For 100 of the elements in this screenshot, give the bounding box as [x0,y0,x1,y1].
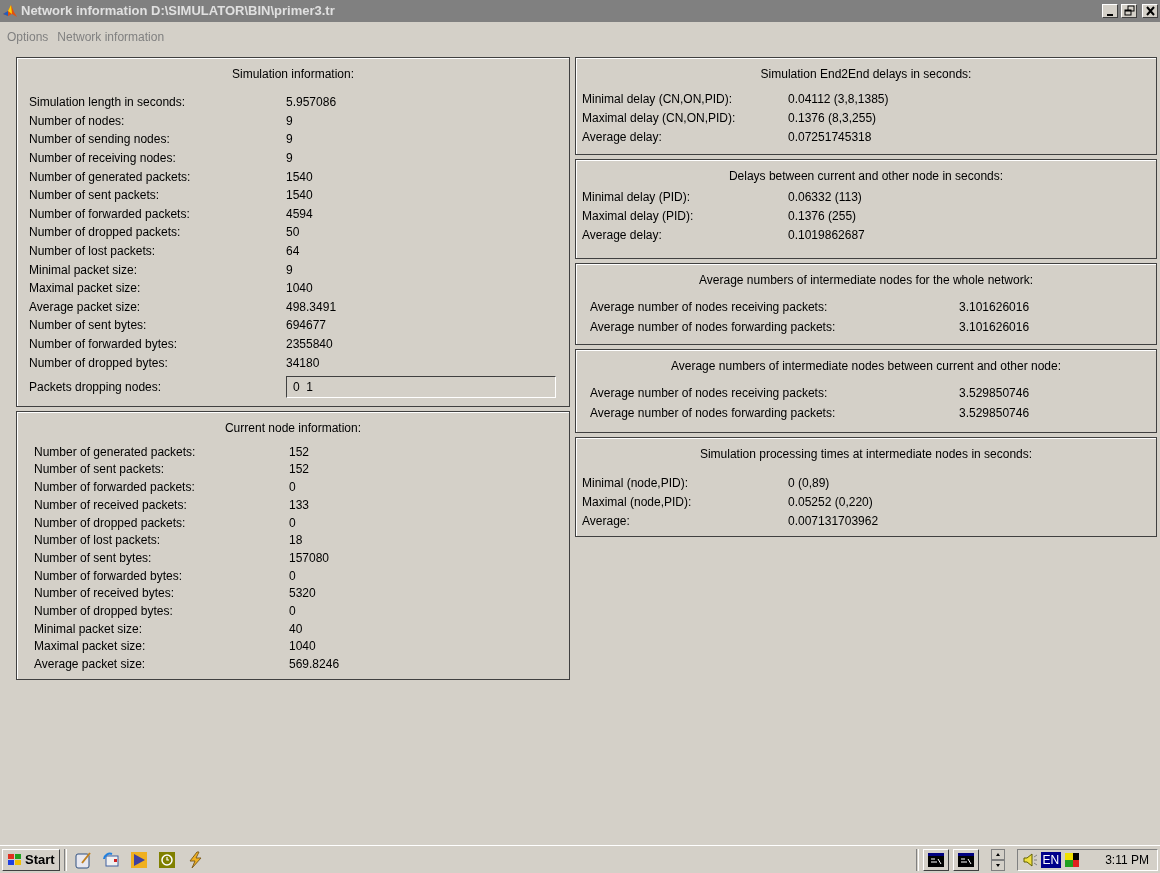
field-value: 0.05252 (0,220) [788,493,873,511]
field-label: Minimal packet size: [29,261,139,279]
field-value: 569.8246 [289,656,340,673]
field-value: 9 [286,150,293,168]
field-label: Number of dropped packets: [34,514,187,532]
field-value: 50 [286,224,300,242]
field-value: 18 [289,532,303,550]
field-label: Minimal delay (CN,ON,PID): [582,90,734,108]
panel-title: Average numbers of intermediate nodes between current and other node: [671,358,1061,375]
field-label: Minimal (node,PID): [582,474,690,492]
field-label: Number of generated packets: [29,168,192,186]
speaker-icon [1021,851,1038,868]
field-label: Number of forwarded packets: [29,205,191,223]
field-label: Number of sent bytes: [34,549,153,567]
field-value: 0.007131703962 [788,512,879,530]
field-label: Number of lost packets: [29,243,157,261]
field-value: 157080 [289,549,330,567]
field-value: 9 [286,112,293,130]
field-label: Number of dropped packets: [29,224,182,242]
notepad-icon[interactable] [73,850,92,869]
field-value: 40 [289,620,303,638]
field-label: Average: [582,512,631,530]
value-field[interactable]: 0 1 [286,375,556,398]
field-label: Maximal delay (CN,ON,PID): [582,109,737,127]
field-label: Number of receiving nodes: [29,150,177,168]
scroll-arrows-icon[interactable] [990,848,1005,871]
panel-title: Simulation information: [231,66,355,83]
restore-button[interactable] [1121,4,1137,18]
field-label: Average number of nodes forwarding packets: [590,405,837,422]
field-value: 34180 [286,354,320,372]
field-value: 0 (0,89) [788,474,830,492]
field-label: Number of forwarded packets: [34,479,196,497]
window-title: Network information D:\SIMULATOR\BIN\primer3.tr [21,2,335,21]
field-value: 3.529850746 [959,405,1030,422]
play-icon[interactable] [129,850,148,869]
field-value: 0.06332 (113) [788,188,862,206]
app-logo-icon [2,3,18,19]
field-label: Number of lost packets: [34,532,162,550]
field-value: 9 [286,131,293,149]
minimize-button[interactable] [1102,4,1118,18]
language-indicator[interactable]: EN [1040,851,1062,868]
field-value: 3.101626016 [959,299,1030,316]
panel-title: Simulation processing times at intermediate nodes in seconds: [699,446,1033,463]
field-label: Number of sent bytes: [29,317,148,335]
clock-icon[interactable] [157,850,176,869]
field-label: Number of received packets: [34,496,188,514]
field-value: 9 [286,261,293,279]
field-value: 152 [289,443,310,461]
restore-icon [1122,5,1136,17]
field-value: 64 [286,243,300,261]
field-label: Simulation length in seconds: [29,94,187,112]
console-button[interactable] [922,848,949,871]
panel-title: Current node information: [224,419,362,437]
field-value: 0.1019862687 [788,226,865,244]
field-value: 0.1376 (8,3,255) [788,109,877,127]
field-value: 4594 [286,205,313,223]
field-label: Maximal packet size: [29,280,142,298]
field-label: Average number of nodes forwarding packets: [590,319,837,336]
close-button[interactable] [1142,4,1158,18]
field-label: Maximal (node,PID): [582,493,693,511]
sync-icon[interactable] [101,850,120,869]
field-value: 0 [289,479,296,497]
start-button[interactable]: Start [2,848,60,871]
field-label: Number of dropped bytes: [34,602,174,620]
field-label: Number of dropped bytes: [29,354,169,372]
field-label: Number of forwarded bytes: [29,336,179,353]
field-label: Minimal delay (PID): [582,188,692,206]
field-label: Maximal delay (PID): [582,207,695,225]
field-label: Number of sent packets: [29,187,161,205]
field-value: 1540 [286,168,313,186]
field-label: Average number of nodes receiving packets: [590,385,829,402]
field-label: Maximal packet size: [34,638,147,656]
field-value: 498.3491 [286,298,337,316]
console-button[interactable] [952,848,979,871]
field-label: Average packet size: [29,298,142,316]
field-label: Number of received bytes: [34,585,176,603]
field-label: Number of nodes: [29,112,126,130]
panel-title: Average numbers of intermediate nodes for the whole network: [699,272,1033,289]
colored-flag-icon [1064,851,1081,868]
field-value: 0 [289,567,296,585]
field-label: Number of generated packets: [34,443,197,461]
panel-title: Delays between current and other node in seconds: [728,168,1004,185]
field-value: 694677 [286,317,327,335]
windows-flag-icon [7,852,23,867]
field-label: Average delay: [582,226,663,244]
field-value: 0 [289,514,296,532]
field-label: Minimal packet size: [34,620,144,638]
field-value: 0.07251745318 [788,128,872,146]
field-value: 1040 [286,280,313,298]
close-icon [1143,5,1157,17]
field-value: 3.529850746 [959,385,1030,402]
field-value: 133 [289,496,310,514]
console-icon [927,852,944,867]
field-value: 0 [289,602,296,620]
field-label: Number of forwarded bytes: [34,567,184,585]
clock: 3:11 PM [1105,851,1149,869]
field-label: Average delay: [582,128,663,146]
minimize-icon [1107,13,1113,16]
console-icon [957,852,974,867]
field-value: 2355840 [286,336,333,353]
